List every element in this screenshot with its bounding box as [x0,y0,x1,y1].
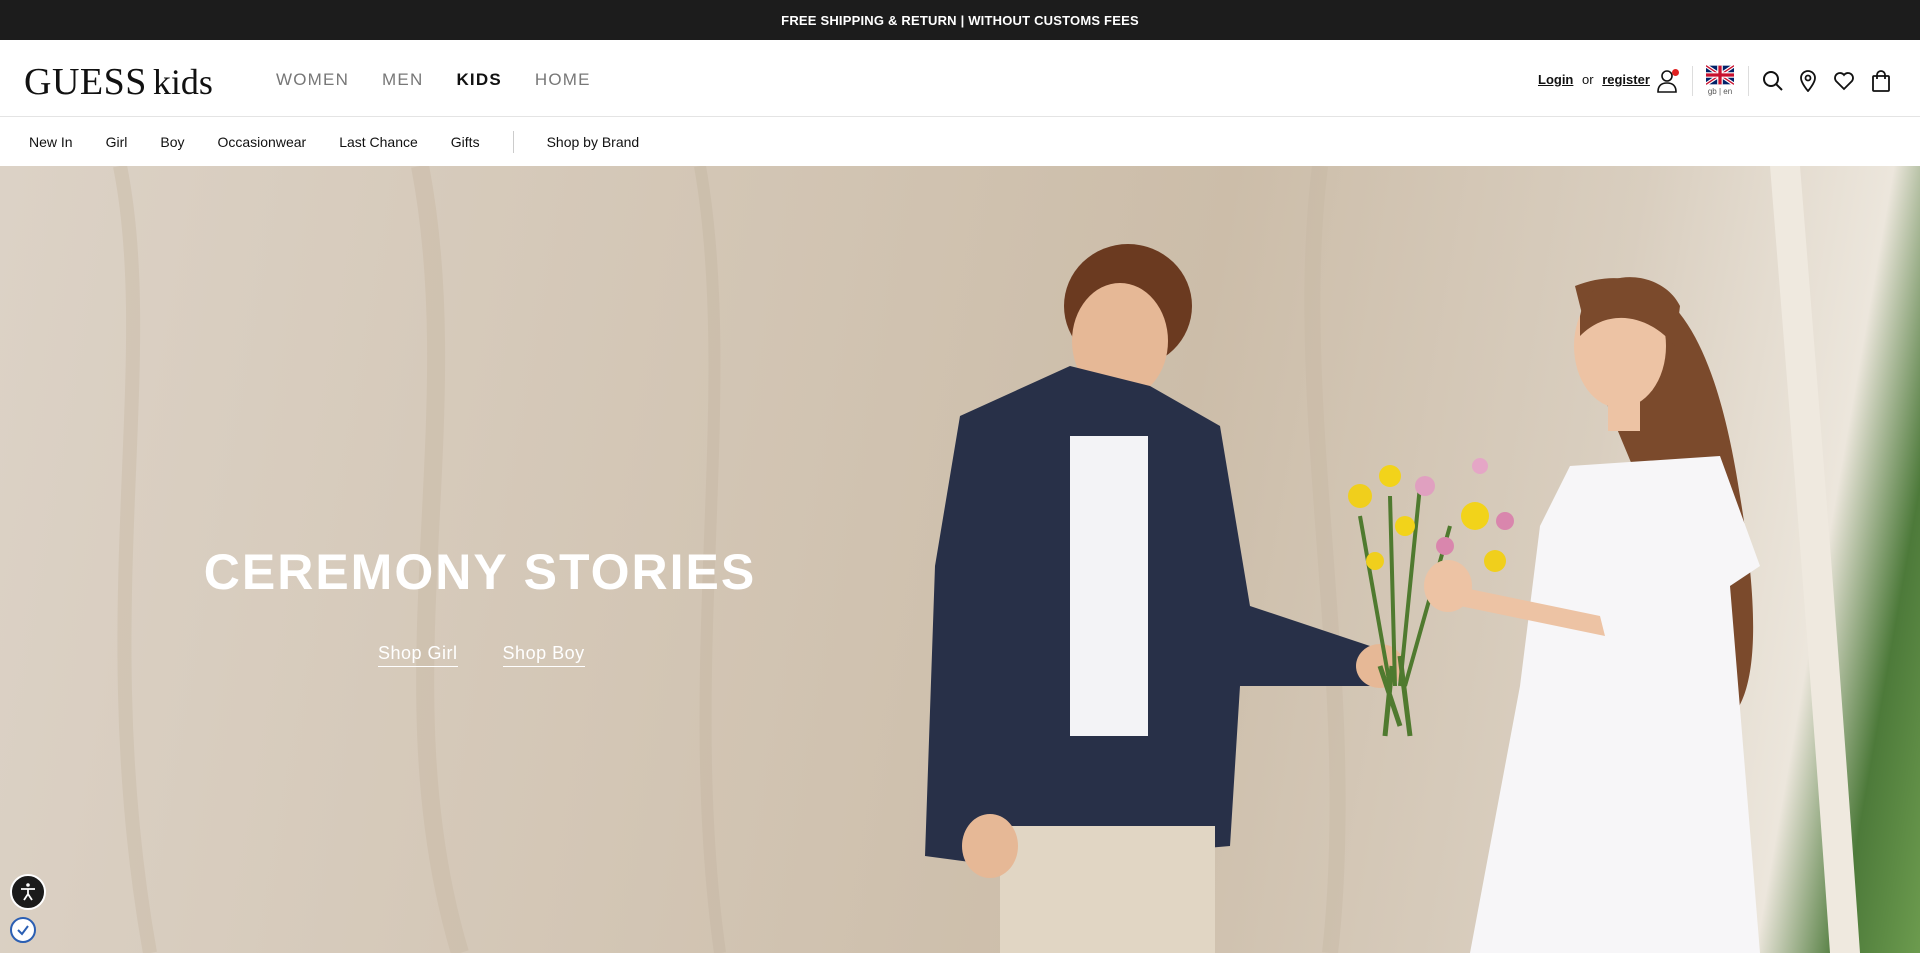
nav-men[interactable]: MEN [382,70,423,90]
subnav-girl[interactable]: Girl [106,134,128,150]
hero-banner[interactable]: CEREMONY STORIES Shop Girl Shop Boy [0,166,1920,953]
promo-bar: FREE SHIPPING & RETURN | WITHOUT CUSTOMS… [0,0,1920,40]
subnav-boy[interactable]: Boy [160,134,184,150]
hero-title: CEREMONY STORIES [203,544,757,600]
bag-icon[interactable] [1868,68,1894,94]
nav-home[interactable]: HOME [535,70,591,90]
logo[interactable]: GUESS kids [24,60,213,104]
logo-sub: kids [152,62,213,102]
verified-check-icon[interactable] [10,917,36,943]
location-icon[interactable] [1795,68,1821,94]
main-nav: WOMEN MEN KIDS HOME [276,70,624,90]
auth-or: or [1582,72,1594,87]
flag-icon[interactable]: gb | en [1704,64,1736,99]
girl-figure [1424,277,1760,953]
header-divider [1692,66,1693,96]
language-label: gb | en [1707,87,1733,96]
user-icon[interactable] [1654,68,1680,94]
auth-links: Login or register [1538,72,1650,87]
shop-girl-link[interactable]: Shop Girl [378,643,458,667]
site-header: GUESS kids WOMEN MEN KIDS HOME Login or … [0,40,1920,117]
hero-links: Shop Girl Shop Boy [378,643,585,667]
subnav-new-in[interactable]: New In [29,134,73,150]
subnav-occasionwear[interactable]: Occasionwear [217,134,306,150]
header-divider [1748,66,1749,96]
notification-dot [1672,69,1679,76]
subnav-divider [512,131,514,153]
subnav-shop-by-brand[interactable]: Shop by Brand [547,134,640,150]
search-icon[interactable] [1760,68,1786,94]
login-link[interactable]: Login [1538,72,1573,87]
nav-women[interactable]: WOMEN [276,70,349,90]
accessibility-icon[interactable] [10,874,46,910]
heart-icon[interactable] [1831,68,1857,94]
shop-boy-link[interactable]: Shop Boy [502,643,585,667]
sub-nav: New In Girl Boy Occasionwear Last Chance… [0,118,1920,166]
promo-text: FREE SHIPPING & RETURN | WITHOUT CUSTOMS… [781,12,1139,28]
subnav-gifts[interactable]: Gifts [451,134,480,150]
nav-kids[interactable]: KIDS [456,70,501,90]
logo-main: GUESS [24,61,147,103]
register-link[interactable]: register [1602,72,1650,87]
subnav-last-chance[interactable]: Last Chance [339,134,418,150]
